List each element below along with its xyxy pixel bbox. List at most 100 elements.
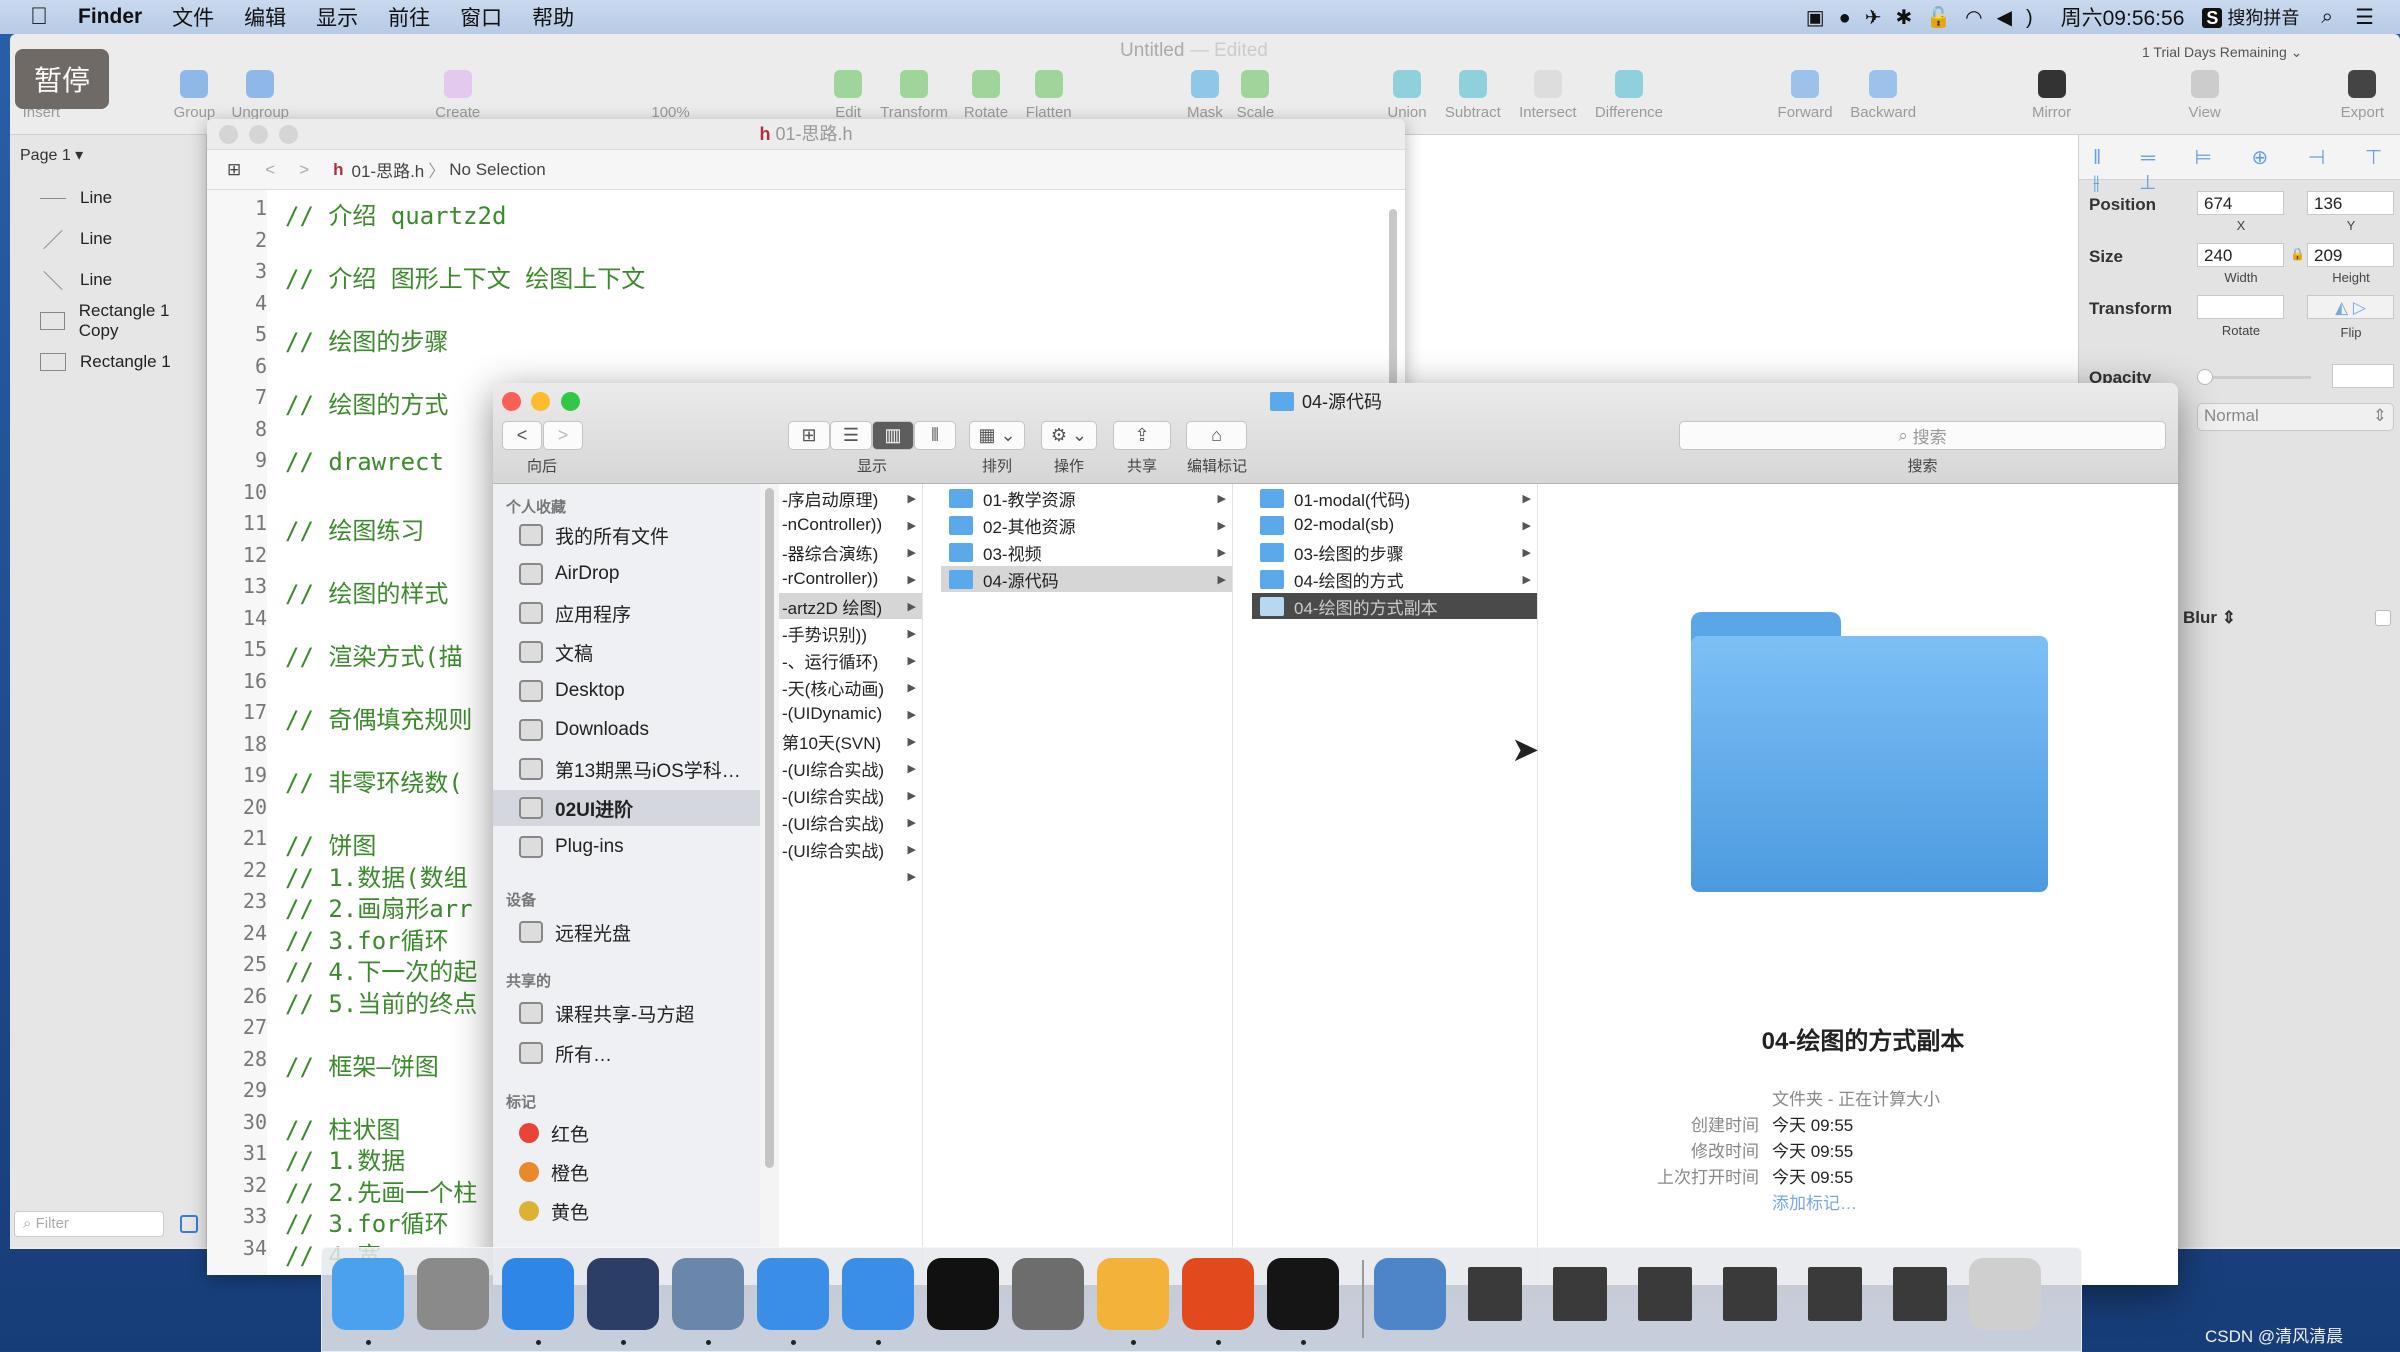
back-button[interactable]: < — [502, 421, 542, 450]
list-item[interactable]: 03-视频 ▶ — [941, 539, 1232, 565]
zoom-button[interactable] — [561, 392, 580, 411]
list-item[interactable]: -序启动原理) ▶ — [779, 485, 922, 511]
alignment-toolbar[interactable]: ‖ ═ ⊨ ⊕ ⊣ ⊤ ⫲ ⊥ — [2079, 135, 2400, 194]
position-x-field[interactable]: 674 — [2197, 191, 2284, 215]
notification-center-icon[interactable]: ☰ — [2355, 5, 2374, 30]
blend-mode-select[interactable]: Normal ⇕ — [2197, 403, 2394, 431]
list-item[interactable]: 03-绘图的步骤 ▶ — [1252, 539, 1537, 565]
dock-screenshot-icon[interactable] — [1808, 1267, 1862, 1321]
toolbar-backward-button[interactable]: Backward — [1838, 70, 1928, 121]
sidebar-item[interactable]: Desktop — [493, 673, 760, 709]
input-method[interactable]: S 搜狗拼音 — [2202, 4, 2299, 30]
opacity-field[interactable] — [2332, 364, 2394, 388]
toolbar-ungroup-button[interactable]: Ungroup — [215, 70, 305, 121]
arrange-button[interactable]: ▦ ⌄ — [969, 421, 1025, 450]
column-view-button[interactable]: ▥ — [872, 421, 914, 450]
filter-options-icon[interactable] — [180, 1215, 198, 1233]
list-item[interactable]: ▶ — [779, 863, 922, 889]
flip-buttons[interactable]: ◭ ▷ — [2307, 295, 2394, 319]
trial-remaining[interactable]: 1 Trial Days Remaining ⌄ — [2142, 44, 2302, 61]
page-selector[interactable]: Page 1 ▾ — [20, 145, 83, 165]
list-item[interactable]: 01-modal(代码) ▶ — [1252, 485, 1537, 511]
add-tags-link[interactable]: 添加标记… — [1772, 1189, 1857, 1214]
zoom-button[interactable] — [279, 125, 298, 144]
sidebar-item[interactable]: Downloads — [493, 712, 760, 748]
sidebar-item[interactable]: 红色 — [493, 1115, 760, 1151]
sidebar-item[interactable]: 02UI进阶 — [493, 790, 760, 826]
dock-console-icon[interactable] — [1267, 1258, 1339, 1330]
list-item[interactable]: -天(核心动画) ▶ — [779, 674, 922, 700]
dock-trash-icon[interactable] — [1969, 1258, 2041, 1330]
sidebar-item[interactable]: 文稿 — [493, 634, 760, 670]
layer-row[interactable]: Line — [10, 220, 207, 258]
list-item[interactable]: -、运行循环) ▶ — [779, 647, 922, 673]
apple-menu-icon[interactable]:  — [30, 3, 48, 31]
layer-row[interactable]: Rectangle 1 Copy — [10, 301, 207, 340]
pause-overlay[interactable]: 暂停 — [15, 49, 109, 109]
dock-system-preferences-icon[interactable] — [1012, 1258, 1084, 1330]
toolbar-forward-button[interactable]: Forward — [1760, 70, 1850, 121]
share-button[interactable]: ⇪ — [1113, 421, 1171, 450]
sidebar-item[interactable]: 黄色 — [493, 1193, 760, 1229]
sidebar-item[interactable]: Plug-ins — [493, 829, 760, 865]
list-item[interactable]: 01-教学资源 ▶ — [941, 485, 1232, 511]
list-item[interactable]: -(UI综合实战) ▶ — [779, 755, 922, 781]
sidebar-item[interactable]: AirDrop — [493, 556, 760, 592]
layer-filter-input[interactable]: ⌕ Filter — [14, 1211, 164, 1237]
list-item[interactable]: -(UI综合实战) ▶ — [779, 809, 922, 835]
related-items-icon[interactable]: ⊞ — [227, 160, 241, 180]
spotlight-icon[interactable]: ⌕ — [2321, 5, 2333, 29]
list-item[interactable]: 02-其他资源 ▶ — [941, 512, 1232, 538]
menu-item[interactable]: 显示 — [316, 2, 358, 32]
minimize-button[interactable] — [531, 392, 550, 411]
dock-video-app-icon[interactable] — [672, 1258, 744, 1330]
dock-simulator-icon[interactable] — [842, 1258, 914, 1330]
list-item[interactable]: -(UIDynamic) ▶ — [779, 701, 922, 727]
list-item[interactable]: -nController)) ▶ — [779, 512, 922, 538]
layer-row[interactable]: Line — [10, 179, 207, 217]
menu-item[interactable]: 窗口 — [460, 2, 502, 32]
toolbar-mirror-button[interactable]: Mirror — [2007, 70, 2097, 121]
toolbar-scale-button[interactable]: Scale — [1210, 70, 1300, 121]
list-item[interactable]: 02-modal(sb) ▶ — [1252, 512, 1537, 538]
list-item[interactable]: -手势识别)) ▶ — [779, 620, 922, 646]
dock-screenshot-icon[interactable] — [1468, 1267, 1522, 1321]
list-item[interactable]: -器综合演练) ▶ — [779, 539, 922, 565]
dock-safari-icon[interactable] — [502, 1258, 574, 1330]
dock-sketch-icon[interactable] — [1097, 1258, 1169, 1330]
close-button[interactable] — [219, 125, 238, 144]
sidebar-item[interactable]: 橙色 — [493, 1154, 760, 1190]
edit-tags-button[interactable]: ⌂ — [1186, 421, 1247, 450]
dock-p-app-icon[interactable] — [1182, 1258, 1254, 1330]
forward-button[interactable]: > — [543, 421, 583, 450]
list-item[interactable]: -rController)) ▶ — [779, 566, 922, 592]
list-item[interactable]: -(UI综合实战) ▶ — [779, 836, 922, 862]
blur-checkbox[interactable] — [2375, 610, 2391, 626]
toolbar-intersect-button[interactable]: Intersect — [1503, 70, 1593, 121]
toolbar-export-button[interactable]: Export — [2317, 70, 2400, 121]
list-item[interactable]: 04-源代码 ▶ — [941, 566, 1232, 592]
opacity-slider-thumb[interactable] — [2197, 369, 2213, 385]
toolbar-100--button[interactable]: 100% — [626, 70, 716, 121]
list-item[interactable]: -(UI综合实战) ▶ — [779, 782, 922, 808]
list-item[interactable]: 04-绘图的方式副本 — [1252, 593, 1537, 619]
sidebar-item[interactable]: 我的所有文件 — [493, 517, 760, 553]
jump-bar-selection[interactable]: No Selection — [449, 160, 545, 180]
dock-finder-icon[interactable] — [332, 1258, 404, 1330]
height-field[interactable]: 209 — [2307, 243, 2394, 267]
layer-row[interactable]: Line — [10, 261, 207, 299]
dock-xcode-icon[interactable] — [757, 1258, 829, 1330]
menu-clock[interactable]: 周六09:56:56 — [2061, 2, 2185, 32]
search-field[interactable]: ⌕ 搜索 — [1679, 421, 2166, 450]
dock-screenshot-icon[interactable] — [1638, 1267, 1692, 1321]
menu-app-name[interactable]: Finder — [78, 5, 142, 29]
toolbar-difference-button[interactable]: Difference — [1584, 70, 1674, 121]
dock-screenshot-icon[interactable] — [1723, 1267, 1777, 1321]
dock-screenshot-icon[interactable] — [1553, 1267, 1607, 1321]
rotate-field[interactable] — [2197, 295, 2284, 319]
back-icon[interactable]: < — [265, 160, 275, 180]
menu-item[interactable]: 前往 — [388, 2, 430, 32]
list-view-button[interactable]: ☰ — [830, 421, 872, 450]
dock-screenshot-icon[interactable] — [1893, 1267, 1947, 1321]
dock-terminal-icon[interactable] — [927, 1258, 999, 1330]
